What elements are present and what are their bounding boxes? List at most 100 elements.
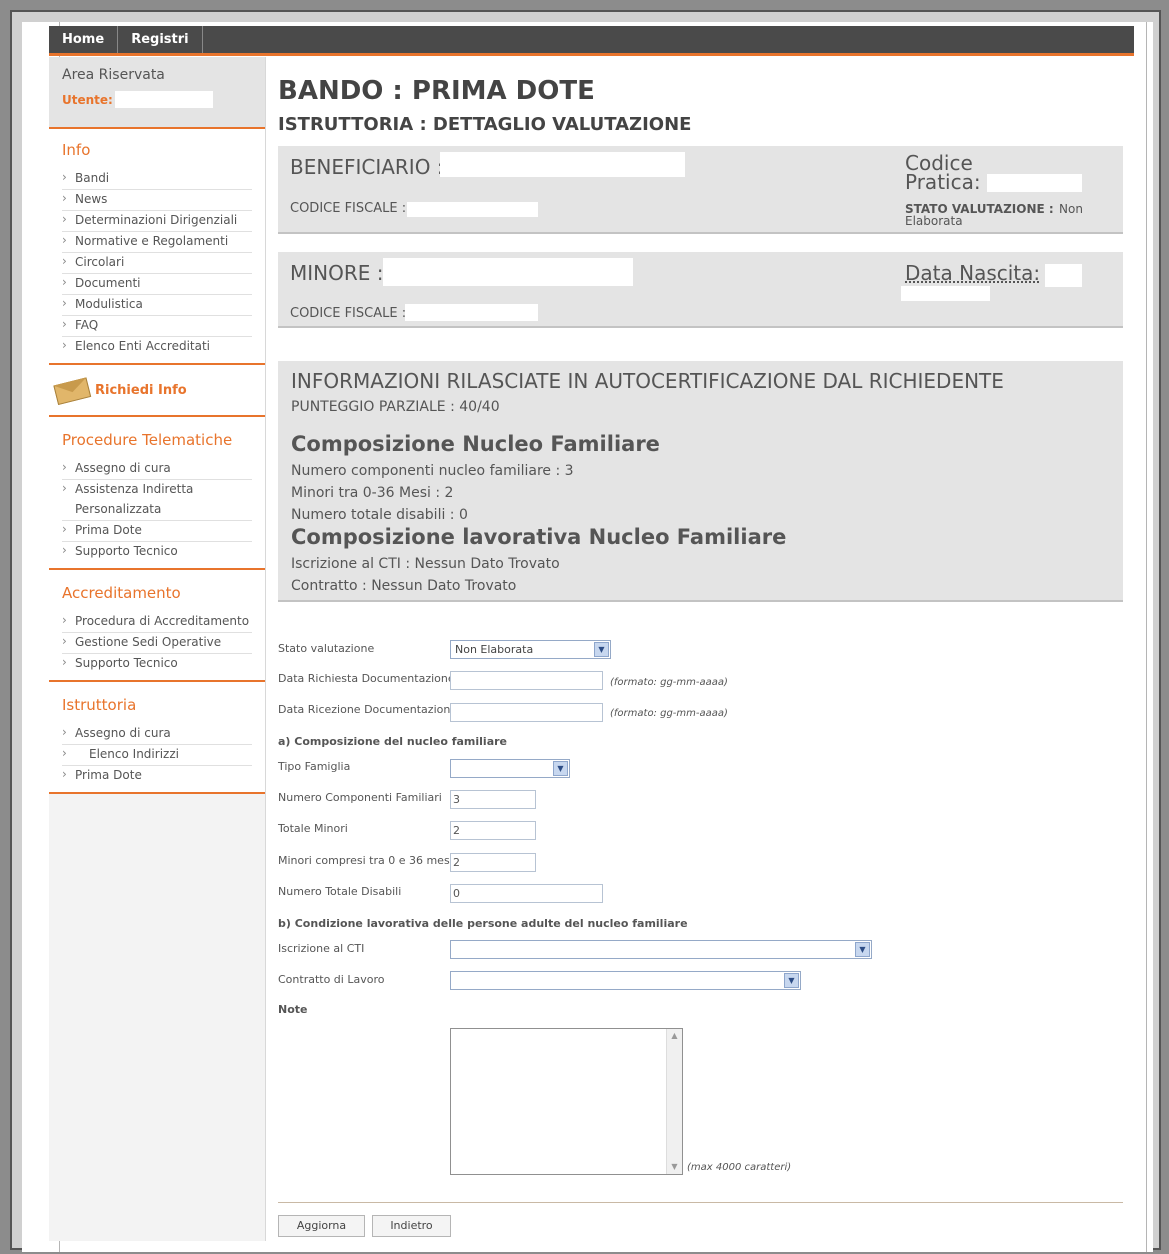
sidebar-item-personalizzata[interactable]: Personalizzata [62, 500, 252, 521]
note-textarea[interactable]: ▲ ▼ [450, 1028, 683, 1175]
minori-036-input[interactable] [450, 853, 536, 872]
data-nascita-label: Data Nascita: [905, 261, 1041, 285]
form-divider [278, 1202, 1123, 1203]
data-richiesta-label: Data Richiesta Documentazione [278, 672, 455, 685]
data-richiesta-hint: (formato: gg-mm-aaaa) [610, 677, 728, 688]
note-scrollbar[interactable]: ▲ ▼ [666, 1029, 682, 1174]
sidebar-heading-info: Info [62, 141, 91, 159]
lavorativa-heading: Composizione lavorativa Nucleo Familiare [291, 525, 787, 549]
right-margin [1146, 22, 1153, 1252]
data-ricezione-input[interactable] [450, 703, 603, 722]
sidebar-section-procedure: Procedure Telematiche Assegno di cura As… [49, 417, 265, 570]
data-ricezione-hint: (formato: gg-mm-aaaa) [610, 708, 728, 719]
beneficiario-value [440, 152, 685, 177]
sidebar-item-faq[interactable]: FAQ [62, 316, 252, 337]
cti-select[interactable]: ▼ [450, 940, 872, 959]
cti-label: Iscrizione al CTI [278, 942, 365, 955]
contratto-info: Contratto : Nessun Dato Trovato [291, 578, 517, 594]
stato-valutazione-selected: Non Elaborata [455, 643, 534, 656]
top-navigation: Home Registri [49, 26, 1134, 56]
sidebar-section-accreditamento: Accreditamento Procedura di Accreditamen… [49, 570, 265, 682]
data-nascita-value-2 [901, 286, 990, 301]
indietro-button[interactable]: Indietro [372, 1215, 451, 1237]
sidebar-item-normative[interactable]: Normative e Regolamenti [62, 232, 252, 253]
codice-pratica-label-line2: Pratica: [905, 170, 981, 194]
beneficiario-label: BENEFICIARIO : [290, 155, 444, 179]
envelope-icon [52, 373, 93, 407]
chevron-down-icon: ▼ [784, 973, 799, 988]
disabili-info: Numero totale disabili : 0 [291, 507, 468, 523]
richiedi-info-label: Richiedi Info [95, 382, 187, 398]
minore-panel: MINORE : CODICE FISCALE : Data Nascita: [278, 252, 1123, 328]
tipo-famiglia-label: Tipo Famiglia [278, 760, 351, 773]
page-title: BANDO : PRIMA DOTE [278, 76, 595, 106]
sidebar-heading-istruttoria: Istruttoria [62, 696, 137, 714]
tab-home[interactable]: Home [49, 26, 119, 53]
sidebar-item-assistenza-indiretta[interactable]: Assistenza Indiretta [62, 480, 252, 500]
richiedi-info-link[interactable]: Richiedi Info [49, 365, 265, 417]
page-subtitle: ISTRUTTORIA : DETTAGLIO VALUTAZIONE [278, 114, 692, 135]
numero-componenti-input[interactable] [450, 790, 536, 809]
data-nascita-value [1045, 264, 1082, 287]
sidebar-section-istruttoria: Istruttoria Assegno di cura Elenco Indir… [49, 682, 265, 794]
sidebar-item-elenco-enti[interactable]: Elenco Enti Accreditati [62, 337, 252, 357]
sidebar-item-istr-prima-dote[interactable]: Prima Dote [62, 766, 252, 786]
sidebar-item-news[interactable]: News [62, 190, 252, 211]
contratto-label: Contratto di Lavoro [278, 973, 385, 986]
sidebar-item-determinazioni[interactable]: Determinazioni Dirigenziali [62, 211, 252, 232]
sidebar-item-supporto-tecnico-2[interactable]: Supporto Tecnico [62, 654, 252, 674]
stato-valutazione-value-line2: Elaborata [905, 214, 963, 228]
codice-pratica-value [987, 174, 1082, 192]
data-richiesta-input[interactable] [450, 671, 603, 690]
aggiorna-button[interactable]: Aggiorna [278, 1215, 365, 1237]
sidebar-item-istr-assegno-cura[interactable]: Assegno di cura [62, 724, 252, 745]
utente-row: Utente: [62, 91, 252, 108]
sidebar-item-documenti[interactable]: Documenti [62, 274, 252, 295]
sidebar-item-circolari[interactable]: Circolari [62, 253, 252, 274]
totale-minori-input[interactable] [450, 821, 536, 840]
sidebar-heading-accreditamento: Accreditamento [62, 584, 181, 602]
scroll-up-icon[interactable]: ▲ [667, 1029, 682, 1043]
sidebar-item-supporto-tecnico[interactable]: Supporto Tecnico [62, 542, 252, 562]
punteggio-parziale: PUNTEGGIO PARZIALE : 40/40 [291, 399, 500, 415]
sidebar-item-elenco-indirizzi[interactable]: Elenco Indirizzi [62, 745, 252, 766]
composizione-heading: Composizione Nucleo Familiare [291, 432, 660, 456]
section-a-heading: a) Composizione del nucleo familiare [278, 735, 507, 748]
sidebar-item-bandi[interactable]: Bandi [62, 169, 252, 190]
minore-label: MINORE : [290, 261, 384, 285]
section-b-heading: b) Condizione lavorativa delle persone a… [278, 917, 688, 930]
numero-componenti-label: Numero Componenti Familiari [278, 791, 442, 804]
disabili-input[interactable] [450, 884, 603, 903]
sidebar-item-modulistica[interactable]: Modulistica [62, 295, 252, 316]
sidebar-item-prima-dote[interactable]: Prima Dote [62, 521, 252, 542]
sidebar-item-assegno-cura[interactable]: Assegno di cura [62, 459, 252, 480]
beneficiario-panel: BENEFICIARIO : CODICE FISCALE : Codice P… [278, 146, 1123, 234]
contratto-select[interactable]: ▼ [450, 971, 801, 990]
sidebar-item-procedura-accreditamento[interactable]: Procedura di Accreditamento [62, 612, 252, 633]
scroll-down-icon[interactable]: ▼ [667, 1160, 682, 1174]
cti-info: Iscrizione al CTI : Nessun Dato Trovato [291, 556, 560, 572]
tipo-famiglia-select[interactable]: ▼ [450, 759, 570, 778]
disabili-label: Numero Totale Disabili [278, 885, 402, 898]
numero-componenti-info: Numero componenti nucleo familiare : 3 [291, 463, 574, 479]
area-riservata-title: Area Riservata [62, 67, 165, 83]
data-ricezione-label: Data Ricezione Documentazione [278, 703, 458, 716]
minore-value [383, 258, 633, 286]
note-hint: (max 4000 caratteri) [687, 1162, 792, 1173]
benef-codice-fiscale-label: CODICE FISCALE : [290, 201, 407, 216]
totale-minori-label: Totale Minori [278, 822, 348, 835]
stato-valutazione-value-line1: Non [1059, 202, 1083, 216]
autocertificazione-panel: INFORMAZIONI RILASCIATE IN AUTOCERTIFICA… [278, 361, 1123, 602]
chevron-down-icon: ▼ [855, 942, 870, 957]
sidebar: Area Riservata Utente: Info Bandi News D… [49, 57, 266, 1241]
chevron-down-icon: ▼ [553, 761, 568, 776]
sidebar-item-gestione-sedi[interactable]: Gestione Sedi Operative [62, 633, 252, 654]
minori-info: Minori tra 0-36 Mesi : 2 [291, 485, 454, 501]
autocertificazione-heading: INFORMAZIONI RILASCIATE IN AUTOCERTIFICA… [291, 369, 1004, 393]
stato-valutazione-select[interactable]: Non Elaborata ▼ [450, 640, 611, 659]
sidebar-heading-procedure: Procedure Telematiche [62, 431, 233, 449]
minori-036-label: Minori compresi tra 0 e 36 mesi [278, 854, 453, 867]
tab-registri[interactable]: Registri [118, 26, 203, 53]
sidebar-section-info: Info Bandi News Determinazioni Dirigenzi… [49, 129, 265, 365]
minore-codice-fiscale-value [405, 304, 538, 321]
